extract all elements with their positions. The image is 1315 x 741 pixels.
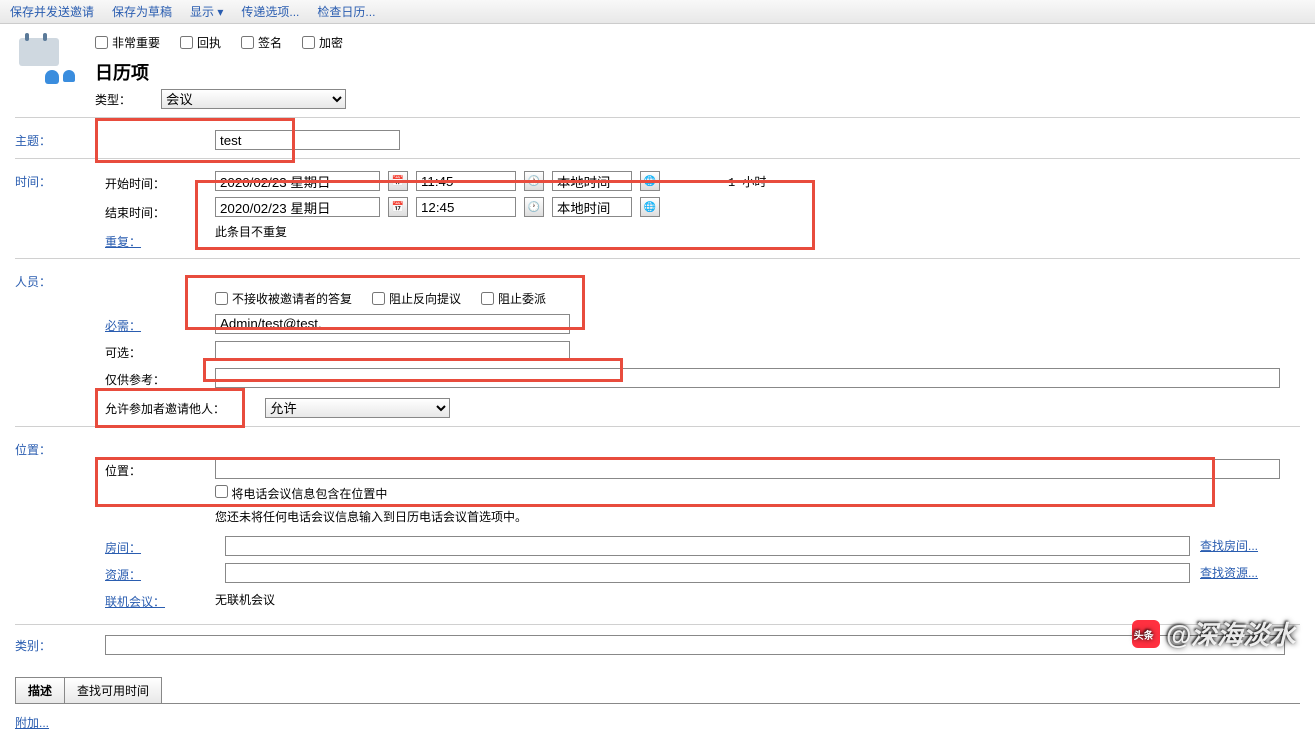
location-section-label: 位置： [15,439,105,458]
prevent-counter-checkbox[interactable]: 阻止反向提议 [372,290,461,307]
people-section-label: 人员： [15,271,105,290]
include-phone-checkbox[interactable]: 将电话会议信息包含在位置中 [215,487,387,501]
category-label: 类别： [15,635,105,654]
save-send-button[interactable]: 保存并发送邀请 [10,3,94,20]
clock-picker-icon[interactable]: 🕐 [524,197,544,217]
timezone-picker-icon[interactable]: 🌐 [640,197,660,217]
attach-link[interactable]: 附加... [15,716,49,730]
end-time-label: 结束时间： [105,200,215,221]
clock-picker-icon[interactable]: 🕐 [524,171,544,191]
rooms-input[interactable] [225,536,1190,556]
no-replies-checkbox[interactable]: 不接收被邀请者的答复 [215,290,352,307]
optional-label: 可选： [105,340,215,361]
required-link[interactable]: 必需： [105,313,215,334]
delivery-options-button[interactable]: 传递选项... [241,3,299,20]
receipt-checkbox[interactable]: 回执 [180,34,221,51]
display-menu[interactable]: 显示 ▾ [190,3,223,20]
page-title: 日历项 [95,59,1300,85]
resources-input[interactable] [225,563,1190,583]
calendar-picker-icon[interactable]: 📅 [388,171,408,191]
encrypt-checkbox[interactable]: 加密 [302,34,343,51]
tab-find-available-time[interactable]: 查找可用时间 [64,677,162,703]
save-draft-button[interactable]: 保存为草稿 [112,3,172,20]
allow-invite-select[interactable]: 允许 [265,398,450,418]
find-resources-link[interactable]: 查找资源... [1200,564,1300,581]
optional-input[interactable] [215,341,570,361]
type-select[interactable]: 会议 [161,89,346,109]
start-time-input[interactable] [416,171,516,191]
sign-checkbox[interactable]: 签名 [241,34,282,51]
end-date-input[interactable] [215,197,380,217]
end-timezone-input[interactable] [552,197,632,217]
type-label: 类型： [95,91,131,108]
subject-section-label: 主题： [15,130,105,149]
time-section-label: 时间： [15,171,105,190]
find-rooms-link[interactable]: 查找房间... [1200,537,1300,554]
start-timezone-input[interactable] [552,171,632,191]
very-important-checkbox[interactable]: 非常重要 [95,34,160,51]
online-meeting-text: 无联机会议 [215,591,1300,608]
phone-conference-note: 您还未将任何电话会议信息输入到日历电话会议首选项中。 [215,508,1300,525]
online-meeting-link[interactable]: 联机会议： [105,589,215,610]
fyi-input[interactable] [215,368,1280,388]
check-calendar-button[interactable]: 检查日历... [317,3,375,20]
resources-link[interactable]: 资源： [105,562,215,583]
fyi-label: 仅供参考： [105,367,215,388]
required-input[interactable] [215,314,570,334]
rooms-link[interactable]: 房间： [105,535,215,556]
tabs: 描述 查找可用时间 [15,677,1300,704]
tab-description[interactable]: 描述 [15,677,65,703]
category-input[interactable] [105,635,1285,655]
duration-text: 1 小时 [728,173,766,190]
location-input[interactable] [215,459,1280,479]
calendar-picker-icon[interactable]: 📅 [388,197,408,217]
start-date-input[interactable] [215,171,380,191]
allow-invite-label: 允许参加者邀请他人： [105,400,255,417]
watermark: @深海淡水 [1132,615,1295,652]
repeat-link[interactable]: 重复： [105,229,215,250]
prevent-delegate-checkbox[interactable]: 阻止委派 [481,290,546,307]
subject-input[interactable] [215,130,400,150]
location-label: 位置： [105,458,215,479]
end-time-input[interactable] [416,197,516,217]
toolbar: 保存并发送邀请 保存为草稿 显示 ▾ 传递选项... 检查日历... [0,0,1315,24]
timezone-picker-icon[interactable]: 🌐 [640,171,660,191]
toutiao-logo-icon [1132,620,1160,648]
calendar-event-icon [15,34,75,84]
repeat-text: 此条目不重复 [215,223,1300,240]
start-time-label: 开始时间： [105,171,215,192]
